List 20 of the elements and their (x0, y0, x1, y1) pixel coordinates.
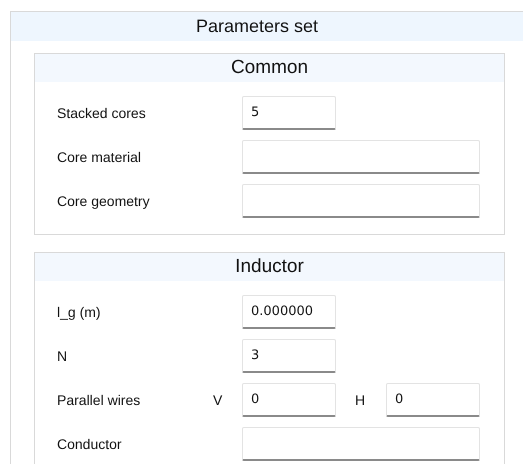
field-label: Stacked cores (56, 105, 147, 121)
group-title: Inductor (35, 253, 504, 281)
input-field[interactable]: 0 (386, 383, 480, 417)
input-field[interactable]: 0.000000 (242, 295, 336, 329)
input-field[interactable] (242, 427, 480, 461)
field-label: l_g (m) (56, 304, 102, 320)
input-field[interactable]: 5 (242, 96, 336, 130)
field-label: Parallel wires (56, 392, 142, 408)
field-label: Core material (56, 149, 142, 165)
field-label: Conductor (56, 436, 123, 452)
input-field[interactable] (242, 140, 480, 174)
field-label: N (56, 348, 68, 364)
panel-title: Parameters set (11, 12, 523, 41)
field-label: Core geometry (56, 193, 151, 209)
input-field[interactable]: 0 (242, 383, 336, 417)
group-title: Common (35, 54, 504, 82)
input-field[interactable] (242, 184, 480, 218)
axis-label: V (213, 392, 222, 408)
input-field[interactable]: 3 (242, 339, 336, 373)
axis-label: H (355, 392, 366, 408)
